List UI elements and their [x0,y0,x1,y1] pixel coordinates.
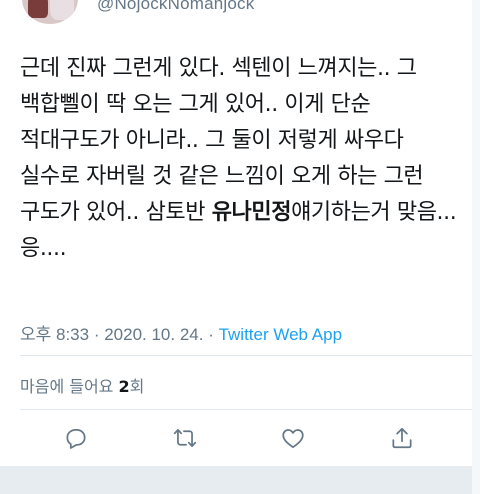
tweet-date[interactable]: 2020. 10. 24. [104,325,203,344]
likes-count-row[interactable]: 마음에 들어요 2회 [20,373,144,397]
tweet-bold-name: 유나민정 [211,200,292,225]
author-handle[interactable]: @NojockNomanjock [97,0,254,14]
likes-unit: 회 [129,377,145,396]
meta-separator: · [89,325,105,344]
like-icon [282,429,304,449]
right-edge [472,0,480,494]
avatar-figure [28,0,48,18]
tweet-source-link[interactable]: Twitter Web App [219,325,342,344]
bottom-divider-bar [0,466,480,494]
reply-button[interactable] [58,420,94,456]
tweet-time[interactable]: 오후 8:33 [20,325,89,344]
tweet-text: 근데 진짜 그런게 있다. 섹텐이 느껴지는.. 그 백합뻴이 딱 오는 그게 … [20,51,466,267]
avatar[interactable] [22,0,78,24]
like-button[interactable] [275,420,311,456]
divider [20,355,480,356]
meta-separator: · [203,325,219,344]
divider [20,409,480,410]
share-icon [392,427,412,449]
retweet-button[interactable] [167,420,203,456]
likes-count: 2 [118,377,130,396]
retweet-icon [173,429,197,447]
share-button[interactable] [384,420,420,456]
avatar-figure-light [50,0,74,20]
reply-icon [66,429,86,449]
likes-label: 마음에 들어요 [20,377,119,396]
tweet-meta: 오후 8:33 · 2020. 10. 24. · Twitter Web Ap… [20,320,342,345]
tweet-actions [0,420,480,460]
